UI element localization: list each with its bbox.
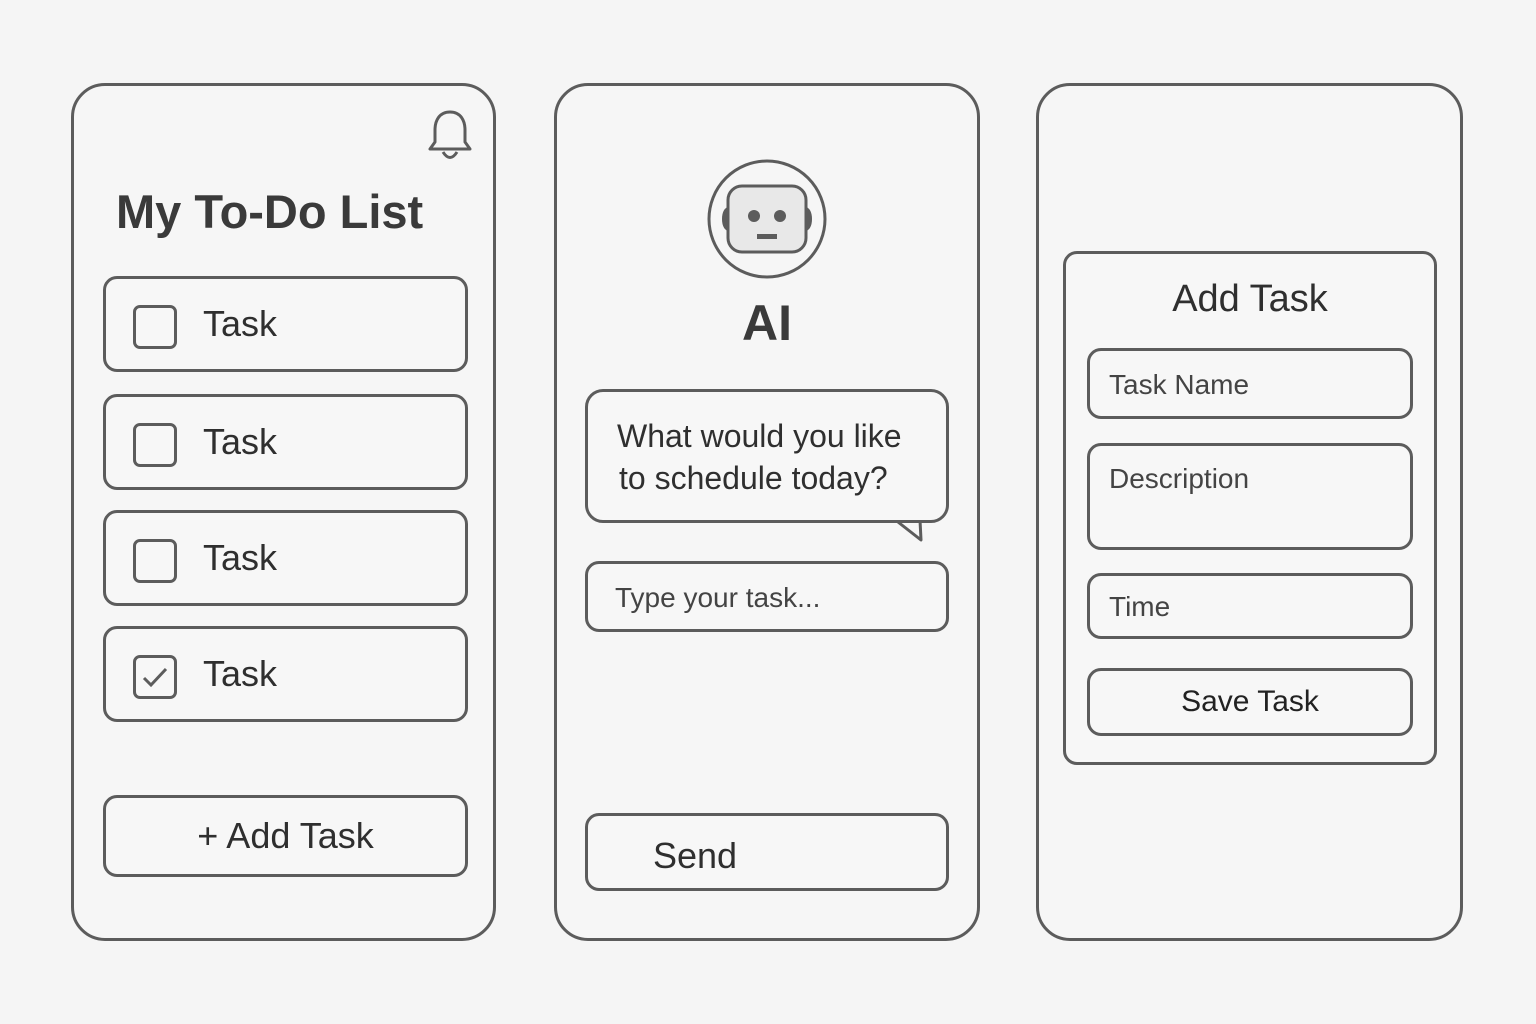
- bell-icon[interactable]: [426, 108, 474, 162]
- save-task-button[interactable]: Save Task: [1087, 668, 1413, 736]
- task-chat-input[interactable]: Type your task...: [585, 561, 949, 632]
- ai-message-bubble: What would you like to schedule today?: [585, 389, 949, 523]
- task-checkbox[interactable]: [133, 423, 177, 467]
- task-item[interactable]: Task: [103, 626, 468, 722]
- task-label: Task: [203, 653, 278, 694]
- send-label: Send: [653, 835, 738, 876]
- task-name-field[interactable]: Task Name: [1087, 348, 1413, 419]
- time-field[interactable]: Time: [1087, 573, 1413, 639]
- task-label: Task: [203, 421, 278, 462]
- robot-avatar-icon: [707, 159, 827, 279]
- send-button[interactable]: Send: [585, 813, 949, 891]
- task-label: Task: [203, 303, 278, 344]
- task-item[interactable]: Task: [103, 394, 468, 490]
- time-placeholder: Time: [1109, 591, 1171, 622]
- save-task-label: Save Task: [1181, 685, 1319, 718]
- page-title: My To-Do List: [116, 185, 424, 238]
- task-checkbox[interactable]: [133, 305, 177, 349]
- task-item[interactable]: Task: [103, 276, 468, 372]
- task-checkbox[interactable]: [133, 539, 177, 583]
- ai-message-line: to schedule today?: [619, 460, 888, 496]
- add-task-label: + Add Task: [197, 815, 374, 856]
- task-label: Task: [203, 537, 278, 578]
- add-task-button[interactable]: + Add Task: [103, 795, 468, 877]
- task-chat-input-placeholder: Type your task...: [615, 582, 821, 613]
- ai-message-line: What would you like: [617, 418, 902, 454]
- form-title: Add Task: [1172, 278, 1328, 320]
- task-item[interactable]: Task: [103, 510, 468, 606]
- task-checkbox-checked[interactable]: [133, 655, 177, 699]
- task-name-placeholder: Task Name: [1109, 369, 1250, 400]
- description-placeholder: Description: [1109, 463, 1250, 494]
- checkmark-icon: [142, 667, 168, 688]
- description-field[interactable]: Description: [1087, 443, 1413, 550]
- assistant-name: AI: [742, 295, 792, 351]
